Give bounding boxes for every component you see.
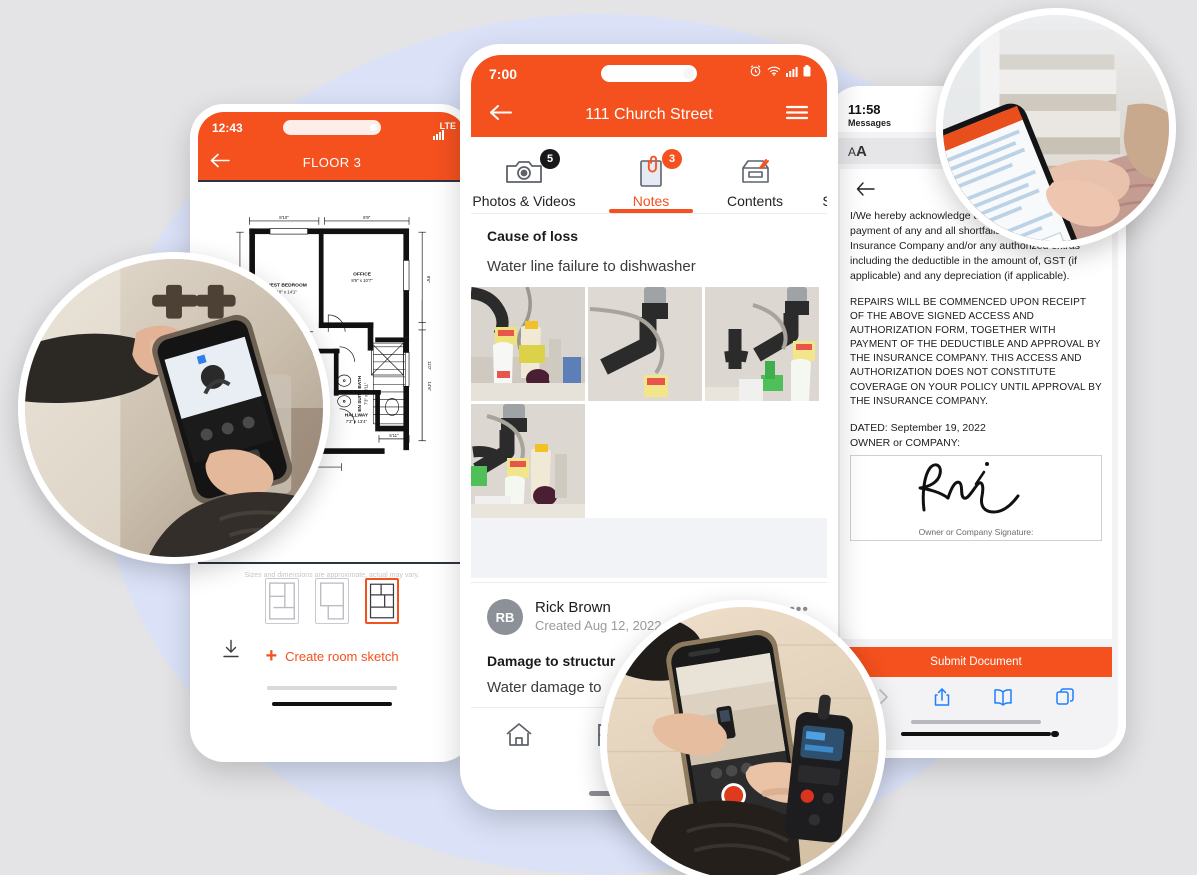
signature-caption: Owner or Company Signature: [918,526,1034,537]
submit-document-button[interactable]: Submit Document [840,647,1112,677]
svg-text:8'9": 8'9" [363,215,371,220]
svg-text:EN SUITE BATH: EN SUITE BATH [357,375,362,411]
tab-label-contents: Contents [726,193,784,209]
tab-photos-and-videos[interactable]: 5 Photos & Videos [471,137,599,213]
plus-icon: + [265,645,278,667]
home-icon[interactable] [505,722,533,753]
svg-text:14'6": 14'6" [427,381,432,391]
left-nav-title: FLOOR 3 [302,154,362,170]
person-reading-document-on-phone [943,15,1169,241]
person-photographing-with-phone [25,259,323,557]
cause-of-loss-section: Cause of loss Water line failure to dish… [471,213,827,275]
tab-next-partial[interactable]: S [807,137,827,213]
svg-text:OFFICE: OFFICE [353,271,372,277]
cellular-signal-icon [786,64,798,80]
center-status-time: 7:00 [489,66,518,82]
document-dated: DATED: September 19, 2022 [850,422,986,435]
alarm-icon [749,64,762,80]
clipboard-icon: 3 [636,149,682,190]
photo-thumbnail[interactable] [471,404,585,518]
dim-label: 8'10" [279,215,289,220]
svg-text:7'3" x 10'11": 7'3" x 10'11" [364,382,369,405]
svg-text:9'6": 9'6" [426,276,431,284]
wifi-icon [767,64,781,80]
document-paragraph-2: REPAIRS WILL BE COMMENCED UPON RECEIPT O… [850,296,1102,407]
svg-text:11'0": 11'0" [427,361,432,370]
right-home-indicator [901,731,1059,737]
photos-badge: 5 [540,149,560,169]
svg-text:6'11": 6'11" [389,433,399,438]
text-size-icon[interactable]: AA [848,143,867,160]
download-icon[interactable] [222,639,240,664]
signature-box[interactable]: Owner or Company Signature: [850,454,1102,541]
center-nav-title: 111 Church Street [585,106,713,123]
left-status-time: 12:43 [212,121,243,135]
document-owner-label: OWNER or COMPANY: [850,436,961,449]
create-room-sketch-label: Create room sketch [285,648,399,664]
photo-bubble-top [936,8,1176,248]
box-icon [738,154,772,190]
tabs-icon[interactable] [1055,687,1075,712]
person-recording-video-of-device [607,607,879,875]
photo-bubble-bottom [600,600,886,875]
left-home-indicator [272,702,392,706]
camera-icon: 5 [504,149,560,190]
center-nav-bar: 111 Church Street [471,93,827,137]
floor-3-thumbnail[interactable] [365,578,399,624]
tab-label-photos: Photos & Videos [472,193,576,209]
signature-drawing [918,461,1020,514]
notes-badge: 3 [662,149,682,169]
tab-contents[interactable]: Contents [703,137,807,213]
battery-icon [803,64,811,80]
photo-grid [471,287,827,518]
left-nav-bar: FLOOR 3 [198,144,466,182]
photo-thumbnail[interactable] [588,287,702,401]
center-status-bar: 7:00 [471,55,827,93]
share-icon[interactable] [933,687,951,712]
tab-bar: 5 Photos & Videos 3 Notes Contents [471,137,827,213]
photo-thumbnail[interactable] [471,287,585,401]
photo-thumbnail[interactable] [705,287,819,401]
tab-label-notes: Notes [632,193,670,209]
tab-label-next: S [822,193,827,209]
back-arrow-icon[interactable] [210,153,230,171]
status-pill [283,120,381,135]
cellular-signal-icon [433,130,444,140]
screenshot-stage: 12:43 LTE FLOOR 3 8'10" 8'9" 9'6" 14'6" … [0,0,1197,875]
status-pill [601,65,697,82]
svg-text:HALLWAY: HALLWAY [345,412,369,418]
create-room-sketch-button[interactable]: + Create room sketch [198,632,466,670]
photo-grid-filler [471,518,827,578]
floor-2-thumbnail[interactable] [315,578,349,624]
svg-text:7'3" x 13'4": 7'3" x 13'4" [346,419,368,424]
cause-of-loss-value: Water line failure to dishwasher [487,258,696,275]
cause-of-loss-label: Cause of loss [487,228,579,244]
svg-text:8'9" x 10'7": 8'9" x 10'7" [351,278,373,283]
bookmarks-icon[interactable] [993,688,1013,711]
floor-1-thumbnail[interactable] [265,578,299,624]
tab-notes[interactable]: 3 Notes [599,137,703,213]
hamburger-menu-icon[interactable] [785,104,809,126]
avatar: RB [487,599,523,635]
photo-bubble-left [18,252,330,564]
back-arrow-icon[interactable] [489,104,513,126]
right-scroll-indicator[interactable] [911,720,1041,724]
left-status-bar: 12:43 LTE [198,112,466,144]
left-scroll-indicator[interactable] [267,686,397,690]
